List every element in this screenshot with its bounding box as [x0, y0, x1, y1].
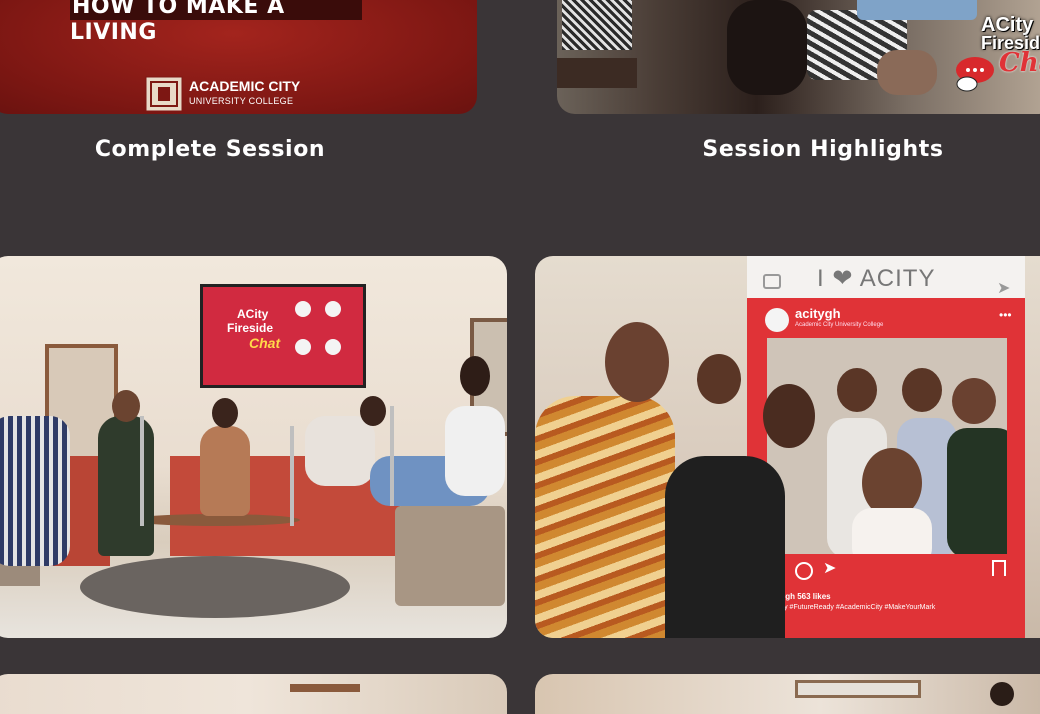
photo-bottom-left-partial[interactable]: [0, 674, 507, 714]
account-avatar: [765, 308, 789, 332]
logo-line1: ACADEMIC CITY: [189, 78, 301, 94]
academic-city-logo: ACADEMIC CITY UNIVERSITY COLLEGE: [145, 76, 300, 112]
video-label-session-highlights[interactable]: Session Highlights: [663, 137, 983, 162]
photo-instagram-frame[interactable]: I ❤ ACITY ➤ acitygh Academic City Univer…: [535, 256, 1040, 638]
bookmark-icon: [992, 560, 1006, 576]
video-thumbnail-session-highlights[interactable]: ACity Fireside Chat: [557, 0, 1040, 114]
logo-line2: UNIVERSITY COLLEGE: [189, 96, 294, 106]
photo-bottom-right-partial[interactable]: [535, 674, 1040, 714]
photo-studio-session[interactable]: ACity Fireside Chat: [0, 256, 507, 638]
caption-hashtags: #ACity #FutureReady #AcademicCity #MakeY…: [767, 604, 936, 611]
video-label-complete-session[interactable]: Complete Session: [60, 137, 360, 162]
video-thumbnail-complete-session[interactable]: HOW TO MAKE A LIVING ACADEMIC CITY UNIVE…: [0, 0, 477, 114]
crest-icon: [145, 76, 183, 112]
camera-icon: [763, 274, 781, 289]
comment-icon: [795, 562, 813, 580]
send-icon: ➤: [997, 280, 1011, 297]
account-subtitle: Academic City University College: [795, 322, 884, 328]
banner-title: HOW TO MAKE A LIVING: [70, 0, 362, 45]
badge-line3: Chat: [999, 48, 1040, 78]
tv-screen: ACity Fireside Chat: [200, 284, 366, 388]
share-icon: ➤: [823, 560, 837, 577]
fireside-chat-badge: ACity Fireside Chat: [955, 14, 1040, 92]
chat-bubbles-icon: [956, 57, 994, 92]
frame-header: I ❤ ACITY: [817, 265, 936, 292]
account-name: acitygh: [795, 306, 841, 321]
